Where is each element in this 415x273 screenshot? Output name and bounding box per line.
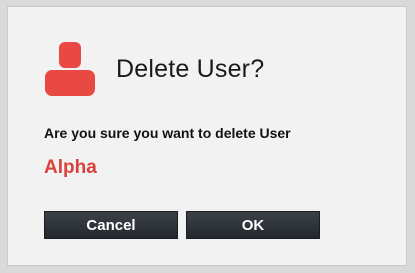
username-label: Alpha bbox=[44, 157, 97, 178]
ok-button[interactable]: OK bbox=[186, 211, 320, 239]
user-icon bbox=[44, 41, 96, 97]
dialog-header: Delete User? bbox=[44, 41, 264, 97]
delete-user-dialog: Delete User? Are you sure you want to de… bbox=[7, 6, 407, 266]
dialog-title: Delete User? bbox=[116, 54, 265, 83]
cancel-button[interactable]: Cancel bbox=[44, 211, 178, 239]
confirmation-message: Are you sure you want to delete User bbox=[44, 125, 291, 141]
